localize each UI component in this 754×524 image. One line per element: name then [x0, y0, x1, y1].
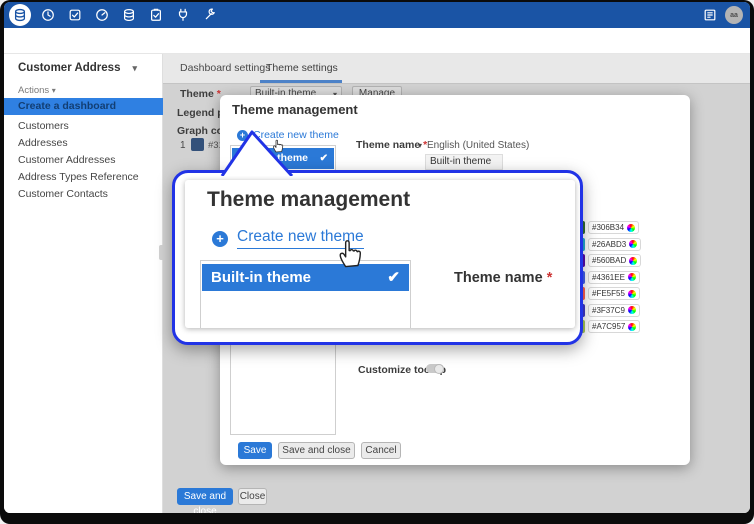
color-value-pill: #26ABD3 [588, 238, 641, 251]
entity-selector[interactable]: Customer Address ▾ [18, 62, 137, 74]
color-wheel-icon[interactable] [628, 273, 636, 281]
color-row: #26ABD3 [574, 238, 684, 251]
callout-card: Theme management + Create new theme Buil… [185, 180, 575, 328]
color-hex-value: #FE5F55 [592, 289, 625, 298]
checkbox-icon[interactable] [68, 8, 82, 22]
create-new-theme-label: Create new theme [237, 228, 364, 249]
window-frame: aa Master Data - Reference▾ Create a das… [0, 0, 754, 524]
theme-name: Built-in theme [211, 269, 311, 286]
sidebar-item-address-types[interactable]: Address Types Reference [18, 171, 139, 183]
color-wheel-icon[interactable] [628, 306, 636, 314]
color-row: #306B34 [574, 221, 684, 234]
language-label: English (United States) [427, 140, 529, 151]
plus-circle-icon: + [212, 231, 228, 247]
color-wheel-icon[interactable] [628, 290, 636, 298]
color-wheel-icon[interactable] [628, 323, 636, 331]
dialog-save-button[interactable]: Save [238, 442, 272, 459]
color-value-pill: #560BAD [588, 254, 641, 267]
toggle-knob [434, 364, 444, 374]
callout-theme-list-item-builtin[interactable]: Built-in theme ✔ [202, 264, 409, 291]
sidebar-item-create-dashboard[interactable]: Create a dashboard [4, 98, 163, 115]
sidebar: Customer Address ▾ Actions ▾ Create a das… [4, 54, 163, 513]
sidebar-item-customers[interactable]: Customers [18, 120, 69, 132]
callout-theme-list: Built-in theme ✔ [200, 260, 411, 328]
tab-theme-settings[interactable]: Theme settings [266, 62, 338, 74]
theme-name-input[interactable]: Built-in theme [425, 154, 503, 170]
color-wheel-icon[interactable] [627, 224, 635, 232]
actions-label: Actions [18, 85, 49, 96]
chevron-down-icon: ▾ [418, 141, 422, 150]
color-wheel-icon[interactable] [629, 240, 637, 248]
customize-tooltip-toggle[interactable] [426, 364, 444, 373]
language-selector[interactable]: ▾ English (United States) [418, 140, 529, 151]
color-hex-value: #4361EE [592, 273, 625, 282]
chevron-down-icon: ▾ [132, 63, 137, 73]
plug-icon[interactable] [176, 8, 190, 22]
color-hex-value: #560BAD [592, 256, 626, 265]
color-row: #A7C957 [574, 320, 684, 333]
color-hex-value: #26ABD3 [592, 240, 626, 249]
color-hex-value: #306B34 [592, 223, 624, 232]
close-button[interactable]: Close [238, 488, 267, 505]
color-value-pill: #FE5F55 [588, 287, 640, 300]
gauge-icon[interactable] [95, 8, 109, 22]
form-grid-icon[interactable] [703, 8, 717, 22]
app-window: aa Master Data - Reference▾ Create a das… [4, 2, 750, 513]
dialog-cancel-button[interactable]: Cancel [361, 442, 401, 459]
user-avatar[interactable]: aa [725, 6, 743, 24]
sidebar-item-customer-addresses[interactable]: Customer Addresses [18, 154, 115, 166]
theme-name-label: Theme name * [356, 139, 427, 151]
active-module-button[interactable] [9, 4, 31, 26]
sidebar-item-customer-contacts[interactable]: Customer Contacts [18, 188, 108, 200]
top-toolbar: aa [4, 2, 750, 28]
clipboard-check-icon[interactable] [149, 8, 163, 22]
graph-color-swatch[interactable] [191, 138, 204, 151]
dialog-save-and-close-button[interactable]: Save and close [278, 442, 355, 459]
save-and-close-button[interactable]: Save and close [177, 488, 233, 505]
check-icon: ✔ [387, 264, 400, 291]
chevron-down-icon: ▾ [52, 86, 56, 95]
wrench-icon[interactable] [203, 8, 217, 22]
dialog-title: Theme management [232, 102, 358, 117]
callout-create-new-theme-link[interactable]: + Create new theme [212, 228, 364, 249]
magnifier-callout: Theme management + Create new theme Buil… [172, 170, 583, 345]
check-icon: ✔ [320, 148, 328, 169]
sidebar-item-addresses[interactable]: Addresses [18, 137, 68, 149]
database-icon[interactable] [122, 8, 136, 22]
color-hex-value: #3F37C9 [592, 306, 625, 315]
theme-field-label: Theme * [180, 88, 221, 100]
graph-color-row-index: 1 [180, 140, 186, 151]
tab-dashboard-settings[interactable]: Dashboard settings [180, 62, 270, 74]
color-value-pill: #A7C957 [588, 320, 640, 333]
color-row: #3F37C9 [574, 304, 684, 317]
dialog-color-list: #306B34 #26ABD3 #560BAD #4361EE #FE5F55 #3F37… [574, 221, 684, 337]
callout-theme-name-label: Theme name * [454, 270, 552, 286]
actions-menu[interactable]: Actions ▾ [18, 85, 56, 96]
required-marker: * [547, 270, 553, 286]
callout-pointer [214, 128, 298, 176]
database-icon [13, 8, 27, 22]
color-row: #FE5F55 [574, 287, 684, 300]
color-row: #4361EE [574, 271, 684, 284]
color-hex-value: #A7C957 [592, 322, 625, 331]
color-wheel-icon[interactable] [629, 257, 637, 265]
active-tab-indicator [260, 80, 342, 83]
entity-title: Customer Address [18, 62, 120, 74]
callout-title: Theme management [207, 188, 410, 212]
color-row: #560BAD [574, 254, 684, 267]
header-bar: Master Data - Reference▾ Create a dashbo… [4, 28, 750, 54]
color-value-pill: #3F37C9 [588, 304, 640, 317]
clock-icon[interactable] [41, 8, 55, 22]
color-value-pill: #4361EE [588, 271, 640, 284]
color-value-pill: #306B34 [588, 221, 639, 234]
